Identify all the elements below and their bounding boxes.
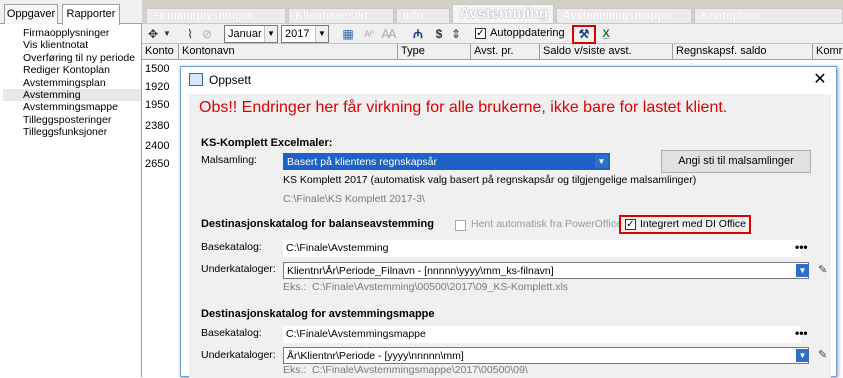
malsamling-label: Malsamling: <box>201 154 258 166</box>
folder-base-input[interactable]: C:\Finale\Avstemmingsmappe <box>283 326 801 343</box>
window-icon <box>189 73 203 86</box>
grid-header: Konto Kontonavn Type Avst. pr. Saldo v/s… <box>142 44 843 60</box>
binoculars-icon[interactable]: ₼ <box>410 26 426 42</box>
folder-eks-path: C:\Finale\Avstemmingsmappe\2017\00500\09… <box>312 364 528 376</box>
task-item-tilleggsposteringer[interactable]: Tilleggsposteringer <box>3 114 141 126</box>
letter-a-icon[interactable]: Ꜳ <box>381 26 397 42</box>
malsamling-select[interactable]: Basert på klientens regnskapsår <box>283 153 610 170</box>
year-value: 2017 <box>285 28 310 40</box>
paperclip-icon[interactable]: ⌇ <box>182 26 198 42</box>
tab-klientoversikt[interactable]: Klientoversikt <box>288 8 394 24</box>
basekatalog-label: Basekatalog: <box>201 241 262 253</box>
malsamling-description: KS Komplett 2017 (automatisk valg basert… <box>283 174 697 186</box>
angi-sti-button[interactable]: Angi sti til malsamlinger <box>661 150 811 173</box>
task-item-rediger-kontoplan[interactable]: Rediger Kontoplan <box>3 64 141 76</box>
browse-dots-icon[interactable]: ••• <box>795 240 808 254</box>
folder-section-title: Destinasjonskatalog for avstemmingsmappe <box>201 308 435 320</box>
col-regnskap-saldo[interactable]: Regnskapsf. saldo <box>673 44 813 60</box>
chevron-down-icon: ▼ <box>315 26 328 42</box>
month-select[interactable]: Januar ▼ <box>224 25 278 43</box>
col-kontonavn[interactable]: Kontonavn <box>179 44 398 60</box>
sort-icon[interactable]: ⇕ <box>448 26 464 42</box>
task-list: Firmaopplysninger Vis klientnotat Overfø… <box>3 27 141 139</box>
autoupdate-label: Autoppdatering <box>490 27 565 39</box>
table-row[interactable]: 1950 <box>142 96 182 114</box>
pencil-icon[interactable]: ✎ <box>818 348 827 361</box>
main-tab-bar: Firmaopplysninger Klientoversikt Info Av… <box>142 0 843 24</box>
table-row[interactable]: 2380 <box>142 117 182 135</box>
calendar-icon[interactable]: ▦ <box>340 26 356 42</box>
col-saldo[interactable]: Saldo v/siste avst. <box>540 44 673 60</box>
year-select[interactable]: 2017 ▼ <box>281 25 329 43</box>
malsamling-path: C:\Finale\KS Komplett 2017-3\ <box>283 193 425 205</box>
chevron-down-icon[interactable]: ▼ <box>796 264 809 277</box>
tab-oppgaver[interactable]: Oppgaver <box>4 4 58 24</box>
table-row[interactable]: 2650 <box>142 155 182 173</box>
tab-kontoplan[interactable]: Kontoplan <box>694 8 843 24</box>
tools-icon[interactable]: ⚒ <box>576 26 592 42</box>
task-item-vis-klientnotat[interactable]: Vis klientnotat <box>3 39 141 51</box>
tab-avstemming[interactable]: Avstemming <box>452 4 554 24</box>
balance-section-title: Destinasjonskatalog for balanseavstemmin… <box>201 218 434 230</box>
left-panel: Oppgaver Rapporter Firmaopplysninger Vis… <box>0 0 142 377</box>
dropdown-arrow-icon[interactable]: ▼ <box>159 26 175 42</box>
underkataloger-label: Underkataloger: <box>201 263 276 275</box>
task-item-avstemmingsmappe[interactable]: Avstemmingsmappe <box>3 101 141 113</box>
task-item-avstemming[interactable]: Avstemming <box>3 88 141 102</box>
dollar-icon[interactable]: $ <box>431 26 447 42</box>
close-icon[interactable]: ✕ <box>809 69 831 91</box>
basekatalog-label: Basekatalog: <box>201 327 262 339</box>
table-row[interactable]: 2400 <box>142 137 182 155</box>
oppsett-dialog: Oppsett ✕ Obs!! Endringer her får virkni… <box>180 66 837 378</box>
table-row[interactable]: 1920 <box>142 78 182 96</box>
eks-label: Eks.: <box>283 364 307 376</box>
folder-sub-select[interactable]: År\Klientnr\Periode - [yyyy\nnnnn\mm] <box>283 347 809 364</box>
chevron-down-icon: ▼ <box>264 26 277 42</box>
chevron-down-icon[interactable]: ▼ <box>796 349 809 362</box>
task-item-tilleggsfunksjoner[interactable]: Tilleggsfunksjoner <box>3 126 141 138</box>
table-row[interactable]: 1500 <box>142 60 182 78</box>
integrert-checkbox[interactable]: ✓ <box>625 219 636 230</box>
tab-rapporter[interactable]: Rapporter <box>62 4 120 25</box>
underkataloger-label: Underkataloger: <box>201 349 276 361</box>
excel-icon[interactable]: X̲ <box>598 26 614 42</box>
tab-info[interactable]: Info <box>396 8 450 24</box>
folder-sub-value: År\Klientnr\Periode - [yyyy\nnnnn\mm] <box>287 350 464 362</box>
col-type[interactable]: Type <box>398 44 471 60</box>
warning-text: Obs!! Endringer her får virkning for all… <box>199 99 728 116</box>
month-value: Januar <box>228 28 262 40</box>
balance-sub-value: Klientnr\År\Periode_Filnavn - [nnnnn\yyy… <box>287 265 554 277</box>
tab-avstemmingsmappe[interactable]: Avstemmingsmappe <box>556 8 692 24</box>
col-konto[interactable]: Konto <box>142 44 179 60</box>
tab-firmaopplysninger[interactable]: Firmaopplysninger <box>146 8 286 24</box>
hent-checkbox[interactable] <box>455 220 466 231</box>
task-item-firmaopplysninger[interactable]: Firmaopplysninger <box>3 27 141 39</box>
balance-base-input[interactable]: C:\Finale\Avstemming <box>283 240 801 257</box>
balance-sub-select[interactable]: Klientnr\År\Periode_Filnavn - [nnnnn\yyy… <box>283 262 809 279</box>
task-item-avstemmingsplan[interactable]: Avstemmingsplan <box>3 77 141 89</box>
text-ap-icon[interactable]: Aᴾ <box>361 26 377 42</box>
toolbar: ✥ ▼ ⌇ ⊘ Januar ▼ 2017 ▼ ▦ Aᴾ Ꜳ ₼ $ ⇕ ✓ A… <box>142 24 843 44</box>
col-komr[interactable]: Komr <box>813 44 843 60</box>
excel-section-title: KS-Komplett Excelmaler: <box>201 137 333 149</box>
left-tab-bar: Oppgaver Rapporter <box>0 0 142 25</box>
browse-dots-icon[interactable]: ••• <box>795 326 808 340</box>
task-item-overforing[interactable]: Overføring til ny periode <box>3 52 141 64</box>
dialog-body: Obs!! Endringer her får virkning for all… <box>189 94 831 378</box>
col-avst-pr[interactable]: Avst. pr. <box>471 44 540 60</box>
autoupdate-checkbox[interactable]: ✓ <box>475 28 486 39</box>
eks-label: Eks.: <box>283 281 307 293</box>
balance-eks-path: C:\Finale\Avstemming\00500\2017\09_KS-Ko… <box>312 281 569 293</box>
pencil-icon[interactable]: ✎ <box>818 263 827 276</box>
malsamling-value: Basert på klientens regnskapsår <box>287 156 437 168</box>
hent-label: Hent automatisk fra PowerOffice <box>471 218 622 230</box>
attachment-remove-icon[interactable]: ⊘ <box>199 26 215 42</box>
dialog-title: Oppsett <box>181 67 836 93</box>
chevron-down-icon[interactable]: ▼ <box>595 155 608 168</box>
integrert-label: Integrert med DI Office <box>640 218 747 230</box>
